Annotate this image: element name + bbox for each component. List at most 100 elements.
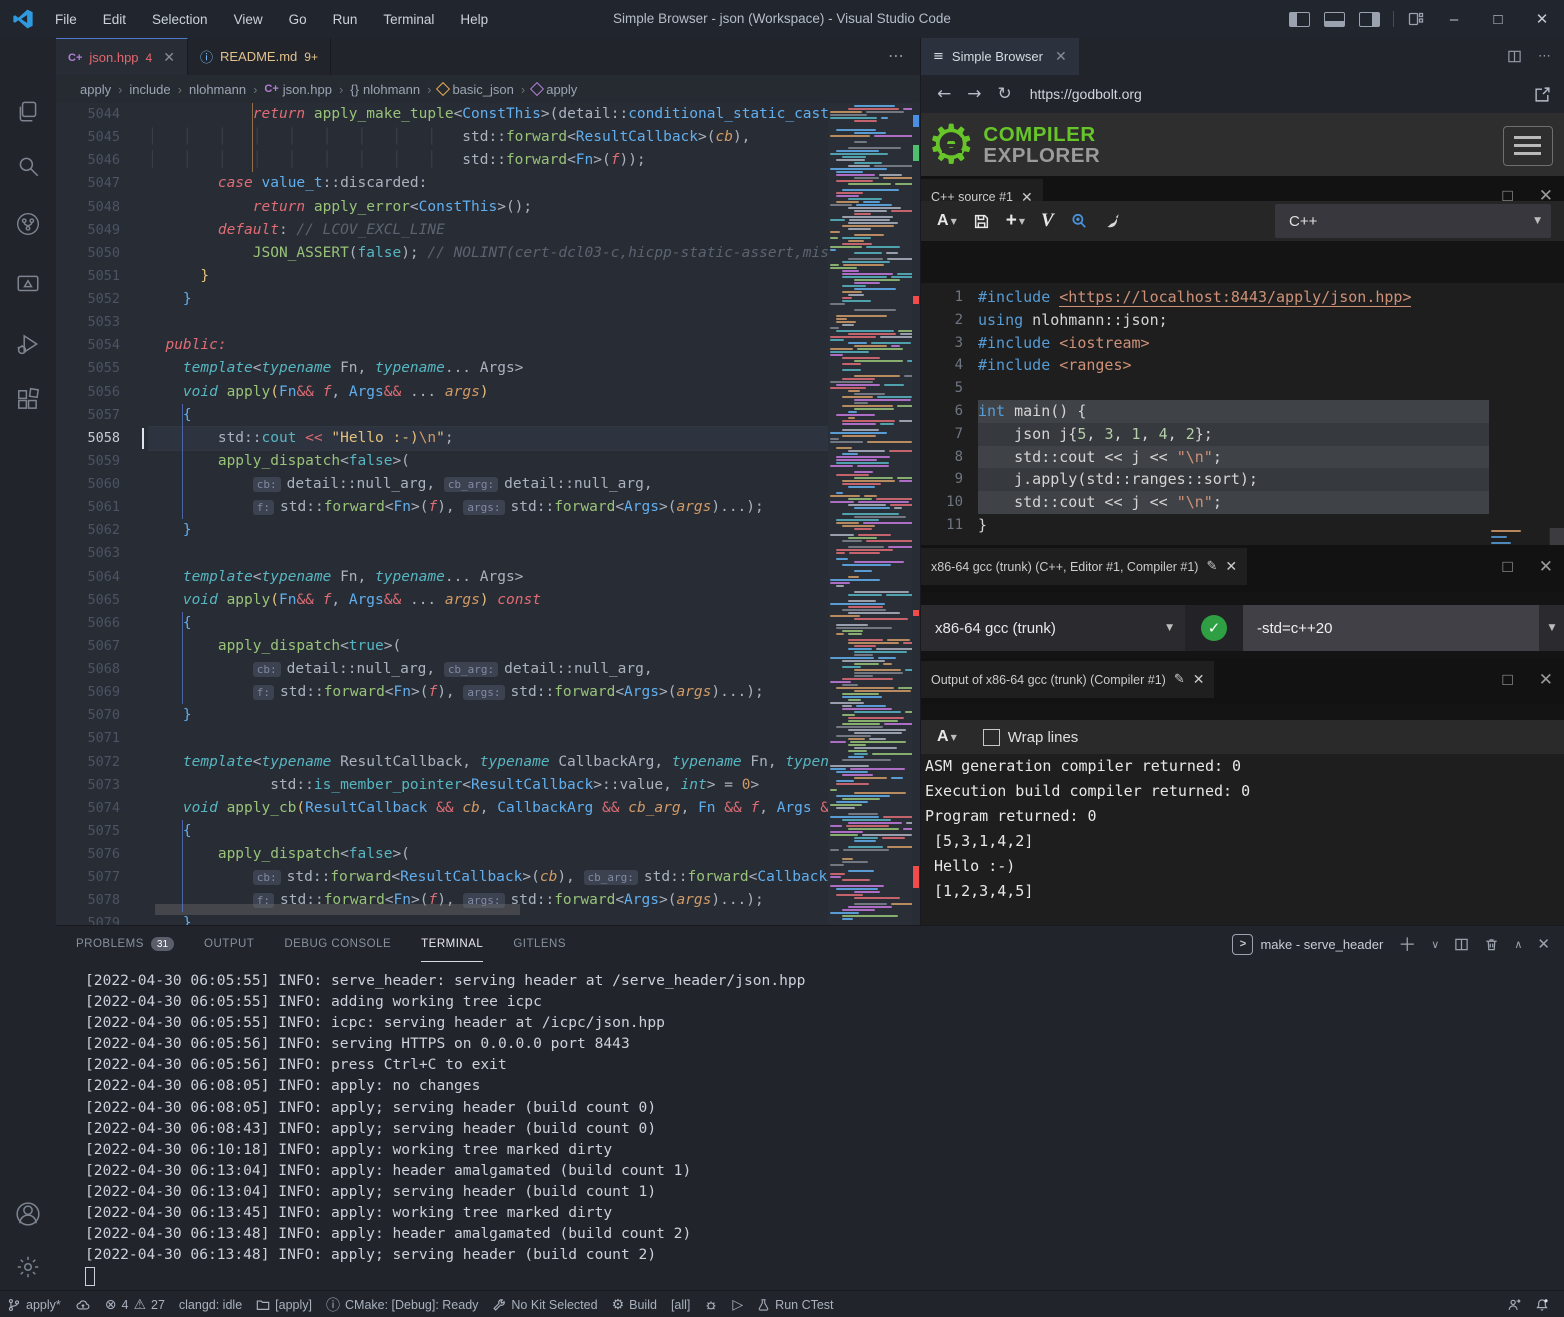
activity-account[interactable]: [0, 1190, 55, 1238]
menu-go[interactable]: Go: [276, 12, 320, 27]
compiler-options-input[interactable]: -std=c++20: [1243, 605, 1539, 651]
build-target[interactable]: [all]: [664, 1291, 697, 1317]
tab-output[interactable]: Output of x86-64 gcc (trunk) (Compiler #…: [921, 661, 1214, 698]
close-icon[interactable]: ✕: [1055, 48, 1067, 65]
panel-tab-gitlens[interactable]: GITLENS: [513, 927, 566, 962]
panel-tab-problems[interactable]: PROBLEMS31: [76, 927, 174, 962]
menu-selection[interactable]: Selection: [139, 12, 221, 27]
clangd-status[interactable]: clangd: idle: [172, 1291, 249, 1317]
problems-status[interactable]: ⊗4⚠27: [98, 1291, 172, 1317]
breadcrumb-item-include[interactable]: include: [129, 82, 170, 97]
branch-status[interactable]: apply*: [0, 1291, 68, 1317]
tab-compiler[interactable]: x86-64 gcc (trunk) (C++, Editor #1, Comp…: [921, 548, 1247, 585]
menu-file[interactable]: File: [42, 12, 90, 27]
debug-button[interactable]: [697, 1291, 725, 1317]
font-size-icon[interactable]: A▼: [937, 728, 957, 746]
close-pane-icon[interactable]: ✕: [1539, 670, 1553, 690]
activity-search[interactable]: [0, 142, 55, 190]
rename-icon[interactable]: ✎: [1206, 559, 1217, 574]
activity-explorer[interactable]: [0, 87, 55, 135]
activity-extensions[interactable]: [0, 376, 55, 424]
cmake-variant-status[interactable]: ⓘCMake: [Debug]: Ready: [319, 1291, 485, 1317]
reload-icon[interactable]: ↻: [998, 84, 1012, 104]
font-size-icon[interactable]: A▼: [937, 212, 957, 230]
activity-source-control[interactable]: [0, 200, 55, 248]
breadcrumb-item-basic-json[interactable]: basic_json: [438, 82, 513, 97]
terminal-output[interactable]: [2022-04-30 06:05:55] INFO: serve_header…: [85, 970, 1545, 1286]
maximize-pane-icon[interactable]: □: [1502, 670, 1512, 690]
hamburger-menu-icon[interactable]: [1503, 126, 1553, 166]
forward-icon[interactable]: →: [967, 84, 981, 104]
close-button[interactable]: ✕: [1520, 0, 1564, 38]
new-terminal-icon[interactable]: ＋: [1398, 931, 1416, 957]
breadcrumb-item-nlohmann[interactable]: nlohmann: [189, 82, 246, 97]
more-actions-icon[interactable]: ⋯: [1538, 49, 1551, 64]
split-terminal-icon[interactable]: [1454, 937, 1469, 952]
cmake-folder-status[interactable]: [apply]: [249, 1291, 319, 1317]
split-editor-icon[interactable]: [1507, 49, 1522, 64]
panel-tab-debug-console[interactable]: DEBUG CONSOLE: [284, 927, 391, 962]
launch-button[interactable]: ▷: [725, 1291, 750, 1317]
panel-tab-output[interactable]: OUTPUT: [204, 927, 254, 962]
back-icon[interactable]: ←: [937, 84, 951, 104]
godbolt-scrollbar[interactable]: [1549, 528, 1564, 545]
toggle-secondary-sidebar-icon[interactable]: [1359, 12, 1380, 27]
kill-terminal-icon[interactable]: [1484, 937, 1499, 952]
wrap-lines-checkbox[interactable]: [983, 729, 1000, 746]
terminal-dropdown-icon[interactable]: ∨: [1431, 938, 1439, 951]
notifications-bell[interactable]: [1528, 1291, 1556, 1317]
activity-cmake[interactable]: [0, 260, 55, 308]
breadcrumb[interactable]: apply›include›nlohmann›C+json.hpp›{}nloh…: [56, 75, 944, 103]
close-pane-icon[interactable]: ✕: [1539, 557, 1553, 577]
menu-help[interactable]: Help: [447, 12, 501, 27]
open-external-icon[interactable]: [1534, 86, 1551, 103]
publish-status[interactable]: [68, 1291, 98, 1317]
tab-json-hpp[interactable]: C+json.hpp4✕: [56, 38, 188, 76]
menu-view[interactable]: View: [221, 12, 276, 27]
minimize-button[interactable]: –: [1432, 0, 1476, 38]
vim-mode-icon[interactable]: V: [1041, 210, 1054, 232]
zoom-search-icon[interactable]: [1070, 212, 1088, 230]
tab-readme-md[interactable]: ⓘREADME.md9+: [188, 38, 331, 75]
horizontal-scrollbar[interactable]: [155, 904, 520, 915]
pony-icon[interactable]: [1104, 212, 1122, 230]
more-editor-actions-icon[interactable]: ⋯: [872, 38, 920, 75]
breadcrumb-item-apply[interactable]: apply: [532, 82, 577, 97]
kit-status[interactable]: No Kit Selected: [485, 1291, 604, 1317]
close-icon[interactable]: ✕: [163, 49, 175, 66]
terminal-select[interactable]: > make - serve_header: [1232, 934, 1383, 955]
compiler-select[interactable]: x86-64 gcc (trunk)▼: [921, 605, 1185, 651]
godbolt-source-editor[interactable]: 1234567891011 #include <https://localhos…: [921, 283, 1564, 545]
activity-settings[interactable]: [0, 1243, 55, 1291]
language-select[interactable]: C++▼: [1275, 204, 1551, 238]
breadcrumb-item-json-hpp[interactable]: C+json.hpp: [264, 82, 332, 97]
close-icon[interactable]: ✕: [1193, 671, 1205, 688]
save-icon[interactable]: [973, 213, 990, 230]
breadcrumb-item-nlohmann[interactable]: {}nlohmann: [350, 82, 420, 97]
menu-edit[interactable]: Edit: [90, 12, 139, 27]
panel-tab-terminal[interactable]: TERMINAL: [421, 926, 483, 962]
maximize-pane-icon[interactable]: □: [1502, 557, 1512, 577]
code-editor[interactable]: 5044504550465047504850495050505150525053…: [56, 103, 920, 925]
close-panel-icon[interactable]: ✕: [1537, 935, 1550, 953]
options-dropdown-icon[interactable]: ▼: [1539, 605, 1564, 651]
maximize-panel-icon[interactable]: ∧: [1514, 938, 1522, 951]
activity-run-and-debug[interactable]: [0, 320, 55, 368]
close-icon[interactable]: ✕: [1225, 558, 1237, 575]
toggle-sidebar-icon[interactable]: [1289, 12, 1310, 27]
menu-terminal[interactable]: Terminal: [370, 12, 447, 27]
minimap[interactable]: [828, 103, 912, 925]
breadcrumb-item-apply[interactable]: apply: [80, 82, 111, 97]
build-button[interactable]: ⚙Build: [605, 1291, 664, 1317]
feedback-status[interactable]: [1500, 1291, 1528, 1317]
tab-simple-browser[interactable]: ≡ Simple Browser ✕: [921, 38, 1079, 75]
maximize-button[interactable]: □: [1476, 0, 1520, 38]
toggle-panel-icon[interactable]: [1324, 12, 1345, 27]
customize-layout-icon[interactable]: [1408, 11, 1424, 27]
rename-icon[interactable]: ✎: [1174, 672, 1185, 687]
add-pane-icon[interactable]: +▼: [1006, 210, 1025, 232]
url-input[interactable]: https://godbolt.org: [1030, 86, 1142, 102]
menu-run[interactable]: Run: [320, 12, 371, 27]
ctest-button[interactable]: Run CTest: [750, 1291, 840, 1317]
include-link[interactable]: <https://localhost:8443/apply/json.hpp>: [1059, 288, 1411, 307]
